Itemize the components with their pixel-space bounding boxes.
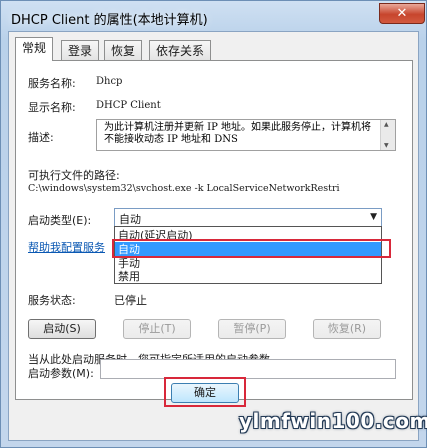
tab-dependencies[interactable]: 依存关系 <box>149 40 212 60</box>
ok-button[interactable]: 确定 <box>171 383 239 403</box>
annotation-highlight-auto <box>112 239 391 258</box>
tab-logon[interactable]: 登录 <box>61 40 100 60</box>
title-bar: DHCP Client 的属性(本地计算机) ✕ <box>1 1 426 35</box>
stop-button[interactable]: 停止(T) <box>123 319 191 339</box>
service-status-label: 服务状态: <box>28 294 76 307</box>
description-box[interactable]: 为此计算机注册并更新 IP 地址。如果此服务停止，计算机将不能接收动态 IP 地… <box>96 119 396 151</box>
site-watermark: ylmfwin100.com <box>239 409 427 433</box>
service-name-label: 服务名称: <box>28 77 76 90</box>
help-configure-link[interactable]: 帮助我配置服务 <box>28 239 105 255</box>
exe-path-value: C:\windows\system32\svchost.exe -k Local… <box>28 183 340 194</box>
resume-button[interactable]: 恢复(R) <box>313 319 381 339</box>
close-button[interactable]: ✕ <box>379 3 425 24</box>
description-scrollbar[interactable]: ▲ ▼ <box>380 120 395 150</box>
startup-type-select[interactable]: 自动 ▼ <box>114 208 382 227</box>
close-icon: ✕ <box>396 6 408 21</box>
scroll-down-icon[interactable]: ▼ <box>384 142 389 149</box>
chevron-down-icon[interactable]: ▼ <box>370 212 377 222</box>
tab-recovery[interactable]: 恢复 <box>104 40 143 60</box>
dropdown-option-disabled[interactable]: 禁用 <box>115 269 381 284</box>
startup-type-label: 启动类型(E): <box>28 214 92 227</box>
tab-general[interactable]: 常规 <box>15 37 54 61</box>
description-label: 描述: <box>28 131 54 144</box>
service-status-value: 已停止 <box>114 294 147 307</box>
exe-path-label: 可执行文件的路径: <box>28 169 120 182</box>
dialog-body: 常规 登录 恢复 依存关系 服务名称: Dhcp 显示名称: DHCP Clie… <box>8 31 419 441</box>
service-name-value: Dhcp <box>96 76 123 87</box>
properties-dialog: DHCP Client 的属性(本地计算机) ✕ 常规 登录 恢复 依存关系 服… <box>0 0 427 448</box>
scroll-up-icon[interactable]: ▲ <box>384 121 389 128</box>
description-text: 为此计算机注册并更新 IP 地址。如果此服务停止，计算机将不能接收动态 IP 地… <box>104 122 372 145</box>
display-name-value: DHCP Client <box>96 100 161 111</box>
startup-params-label: 启动参数(M): <box>28 367 94 380</box>
start-button[interactable]: 启动(S) <box>28 319 96 339</box>
pause-button[interactable]: 暂停(P) <box>218 319 286 339</box>
startup-type-value: 自动 <box>119 213 141 226</box>
startup-params-input[interactable] <box>100 359 396 379</box>
window-title: DHCP Client 的属性(本地计算机) <box>11 13 208 28</box>
general-tab-panel: 服务名称: Dhcp 显示名称: DHCP Client 描述: 为此计算机注册… <box>15 60 413 400</box>
display-name-label: 显示名称: <box>28 101 76 114</box>
